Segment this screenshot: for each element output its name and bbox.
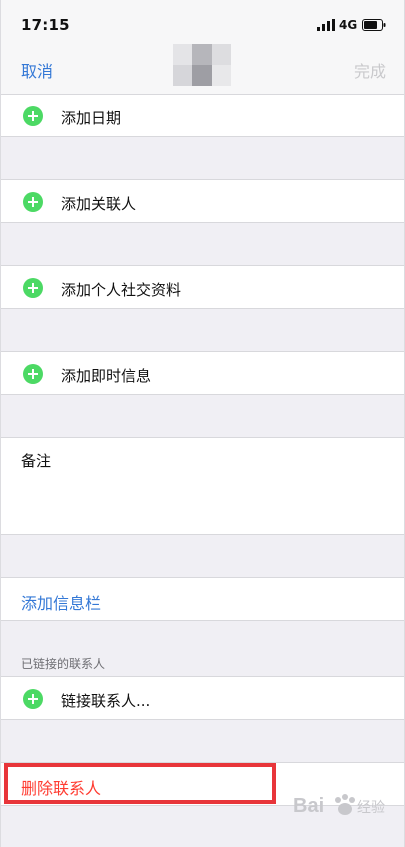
svg-text:Bai: Bai	[293, 795, 324, 817]
done-button[interactable]: 完成	[354, 58, 386, 82]
highlight-box	[4, 763, 276, 804]
nav-bar: 取消 完成	[1, 44, 404, 100]
contact-photo-placeholder[interactable]	[173, 44, 231, 86]
status-time: 17:15	[21, 16, 70, 34]
add-im-label: 添加即时信息	[61, 367, 152, 385]
add-icon[interactable]	[23, 689, 43, 709]
link-contact-label: 链接联系人...	[61, 692, 151, 710]
add-related-label: 添加关联人	[61, 195, 137, 213]
watermark: Bai 经验	[291, 790, 387, 832]
status-bar: 17:15 4G	[1, 0, 404, 44]
add-social-row[interactable]: 添加个人社交资料	[1, 265, 404, 309]
contact-edit-screen: 17:15 4G 取消 完成 添加日期 添加关联人 添加个人社交资料 添加即时信…	[0, 0, 405, 847]
watermark-logo-icon: Bai 经验	[293, 794, 385, 817]
svg-text:经验: 经验	[357, 799, 385, 815]
battery-icon	[362, 19, 386, 31]
add-icon[interactable]	[23, 192, 43, 212]
network-label: 4G	[339, 18, 358, 32]
add-related-row[interactable]: 添加关联人	[1, 179, 404, 223]
add-social-label: 添加个人社交资料	[61, 281, 182, 299]
add-icon[interactable]	[23, 278, 43, 298]
notes-row[interactable]: 备注	[1, 437, 404, 535]
add-icon[interactable]	[23, 364, 43, 384]
signal-icon	[317, 19, 335, 31]
linked-contacts-header: 已链接的联系人	[21, 657, 106, 671]
add-im-row[interactable]: 添加即时信息	[1, 351, 404, 395]
add-field-row[interactable]: 添加信息栏	[1, 577, 404, 621]
notes-label: 备注	[21, 452, 52, 470]
add-icon[interactable]	[23, 106, 43, 126]
add-date-row[interactable]: 添加日期	[1, 94, 404, 137]
add-field-button[interactable]: 添加信息栏	[21, 590, 101, 614]
link-contact-row[interactable]: 链接联系人...	[1, 676, 404, 720]
cancel-button[interactable]: 取消	[21, 58, 53, 82]
add-date-label: 添加日期	[61, 109, 122, 127]
